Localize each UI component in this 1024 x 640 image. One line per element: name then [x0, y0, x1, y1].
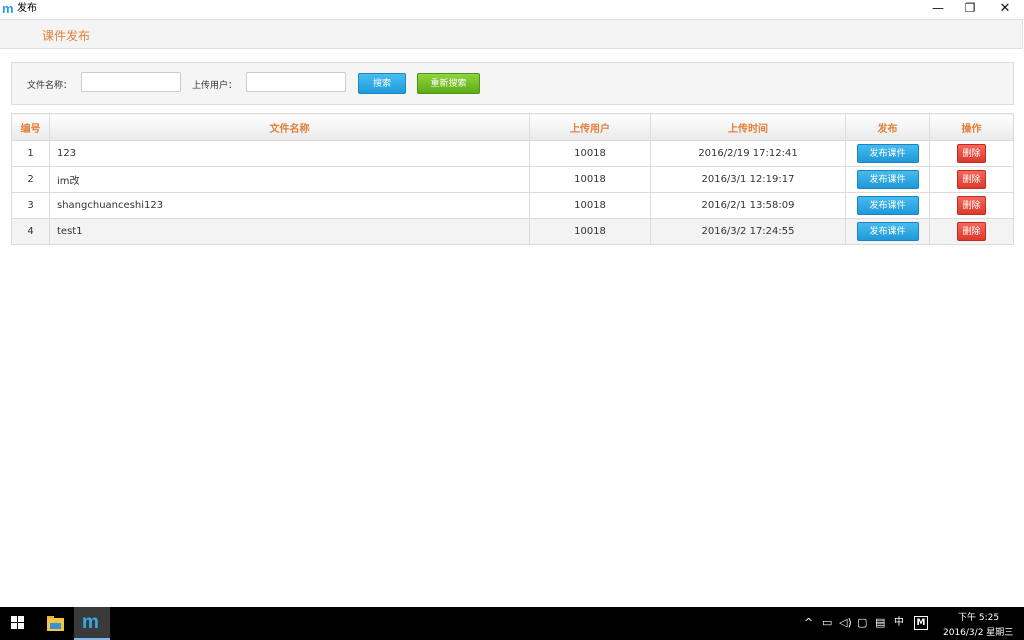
- file-explorer-icon[interactable]: [47, 616, 64, 631]
- publish-courseware-button[interactable]: 发布课件: [856, 222, 919, 241]
- close-button[interactable]: ✕: [988, 0, 1022, 18]
- taskbar-app-icon[interactable]: m: [74, 607, 110, 640]
- delete-button[interactable]: 删除: [957, 222, 986, 241]
- row-file-name: im改: [49, 166, 530, 193]
- action-center-icon[interactable]: ▤: [875, 617, 885, 629]
- row-upload-time: 2016/2/19 17:12:41: [650, 140, 846, 167]
- clock-time[interactable]: 下午 5:25: [958, 610, 999, 623]
- row-id: 2: [11, 166, 50, 193]
- delete-button[interactable]: 删除: [957, 144, 986, 163]
- table-row[interactable]: 4 test1 10018 2016/3/2 17:24:55 发布课件 删除: [11, 218, 1014, 245]
- volume-icon[interactable]: ◁): [839, 617, 852, 629]
- page-title: 课件发布: [42, 29, 91, 43]
- row-upload-user: 10018: [529, 192, 651, 219]
- row-publish-cell: 发布课件: [845, 140, 930, 167]
- row-upload-user: 10018: [529, 218, 651, 245]
- delete-button[interactable]: 删除: [957, 170, 986, 189]
- upload-user-label: 上传用户：: [192, 81, 238, 91]
- search-panel: 文件名称： 上传用户： 搜索 重新搜索: [11, 62, 1014, 105]
- table-header-row: 编号 文件名称 上传用户 上传时间 发布 操作: [11, 113, 1014, 141]
- battery-icon[interactable]: ▭: [822, 617, 832, 629]
- row-action-cell: 删除: [929, 192, 1014, 219]
- row-upload-user: 10018: [529, 140, 651, 167]
- column-header-file-name[interactable]: 文件名称: [49, 113, 530, 141]
- show-hidden-icons-chevron-icon[interactable]: ^: [804, 617, 813, 629]
- table-row[interactable]: 3 shangchuanceshi123 10018 2016/2/1 13:5…: [11, 192, 1014, 219]
- row-action-cell: 删除: [929, 140, 1014, 167]
- row-id: 4: [11, 218, 50, 245]
- row-id: 1: [11, 140, 50, 167]
- row-file-name: shangchuanceshi123: [49, 192, 530, 219]
- row-file-name: 123: [49, 140, 530, 167]
- row-upload-time: 2016/3/1 12:19:17: [650, 166, 846, 193]
- row-id: 3: [11, 192, 50, 219]
- ime-mode-icon[interactable]: M: [914, 616, 928, 630]
- file-name-label: 文件名称：: [27, 81, 73, 91]
- row-publish-cell: 发布课件: [845, 218, 930, 245]
- windows-start-icon[interactable]: [11, 616, 25, 630]
- upload-user-input[interactable]: [246, 72, 346, 92]
- publish-courseware-button[interactable]: 发布课件: [856, 170, 919, 189]
- row-file-name: test1: [49, 218, 530, 245]
- row-action-cell: 删除: [929, 166, 1014, 193]
- row-publish-cell: 发布课件: [845, 166, 930, 193]
- reset-search-button[interactable]: 重新搜索: [417, 73, 480, 94]
- row-publish-cell: 发布课件: [845, 192, 930, 219]
- publish-courseware-button[interactable]: 发布课件: [856, 196, 919, 215]
- page-header: 课件发布: [0, 19, 1023, 49]
- search-button[interactable]: 搜索: [358, 73, 406, 94]
- window-title: 发布: [17, 3, 37, 14]
- window-title-bar: m 发布 — ❐ ✕: [0, 0, 1024, 18]
- row-upload-user: 10018: [529, 166, 651, 193]
- row-upload-time: 2016/2/1 13:58:09: [650, 192, 846, 219]
- clock-date[interactable]: 2016/3/2 星期三: [943, 625, 1013, 638]
- input-method-indicator[interactable]: 中: [894, 617, 904, 629]
- network-icon[interactable]: ▢: [857, 617, 867, 629]
- delete-button[interactable]: 删除: [957, 196, 986, 215]
- table-row[interactable]: 1 123 10018 2016/2/19 17:12:41 发布课件 删除: [11, 140, 1014, 167]
- minimize-button[interactable]: —: [921, 0, 955, 18]
- table-row[interactable]: 2 im改 10018 2016/3/1 12:19:17 发布课件 删除: [11, 166, 1014, 193]
- taskbar: m ^ ▭ ◁) ▢ ▤ 中 M 下午 5:25 2016/3/2 星期三: [0, 607, 1024, 640]
- courseware-table: 编号 文件名称 上传用户 上传时间 发布 操作 1 123 10018 2016…: [11, 113, 1014, 245]
- column-header-id[interactable]: 编号: [11, 113, 50, 141]
- column-header-actions[interactable]: 操作: [929, 113, 1014, 141]
- publish-courseware-button[interactable]: 发布课件: [856, 144, 919, 163]
- file-name-input[interactable]: [81, 72, 181, 92]
- column-header-upload-time[interactable]: 上传时间: [650, 113, 846, 141]
- column-header-upload-user[interactable]: 上传用户: [529, 113, 651, 141]
- column-header-publish[interactable]: 发布: [845, 113, 930, 141]
- row-action-cell: 删除: [929, 218, 1014, 245]
- app-logo-icon: m: [2, 1, 14, 16]
- restore-button[interactable]: ❐: [953, 0, 987, 18]
- row-upload-time: 2016/3/2 17:24:55: [650, 218, 846, 245]
